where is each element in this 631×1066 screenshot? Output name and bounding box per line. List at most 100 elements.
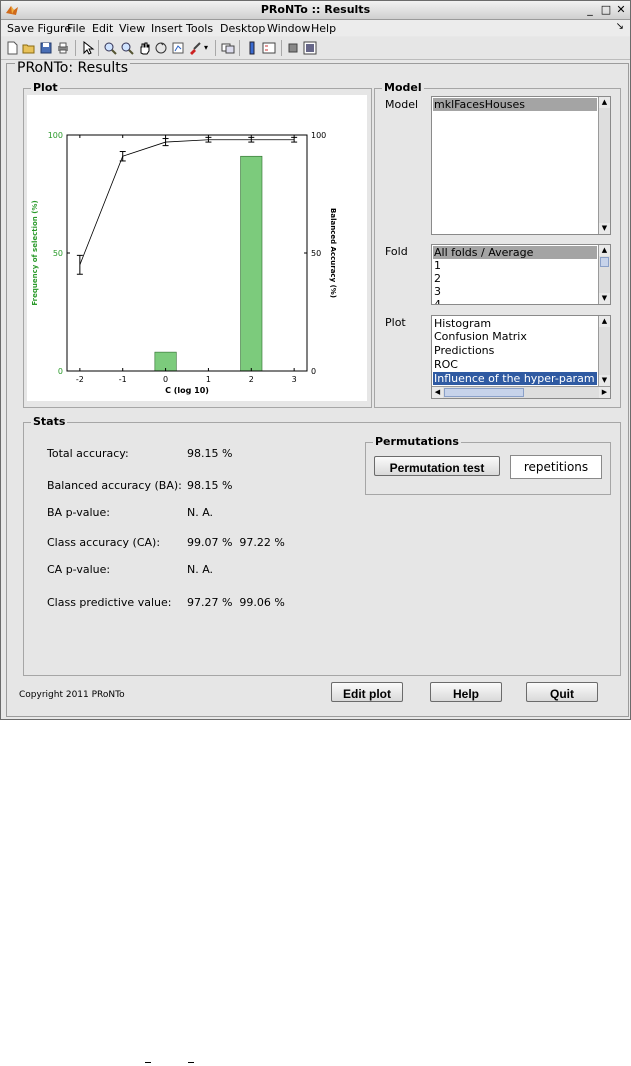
close-icon[interactable]: ✕ [614, 3, 628, 17]
stray-mark [145, 1062, 151, 1063]
scrollbar[interactable]: ▲ ▼ [598, 245, 610, 304]
pointer-icon[interactable] [81, 41, 95, 55]
menu-insert[interactable]: Insert [151, 22, 183, 35]
scroll-up-icon[interactable]: ▲ [599, 245, 610, 256]
open-file-icon[interactable] [22, 41, 36, 55]
hyperparameter-chart[interactable]: -2 -1 0 1 2 3 0 0 50 50 100 100 C (log 10) Frequenc… [27, 95, 367, 401]
data-cursor-icon[interactable] [171, 41, 185, 55]
pan-icon[interactable] [137, 41, 151, 55]
list-item[interactable]: 2 [433, 272, 441, 285]
quit-button[interactable]: Quit [526, 682, 598, 702]
colorbar-icon[interactable] [245, 41, 259, 55]
print-icon[interactable] [56, 41, 70, 55]
list-item[interactable]: 1 [433, 259, 441, 272]
stat-value: 97.27 % 99.06 % [187, 596, 285, 609]
scroll-right-icon[interactable]: ▶ [599, 387, 610, 398]
menu-file[interactable]: File [67, 22, 85, 35]
menu-overflow-icon[interactable]: ↘ [616, 21, 624, 32]
list-item[interactable]: 3 [433, 285, 441, 298]
repetitions-input[interactable]: repetitions [510, 455, 602, 479]
axes-frame [66, 134, 308, 372]
stat-value: N. A. [187, 506, 214, 519]
right-y-tick-label: 0 [311, 367, 316, 376]
scroll-down-icon[interactable]: ▼ [599, 293, 610, 304]
scroll-up-icon[interactable]: ▲ [599, 316, 610, 327]
results-window: PRoNTo :: Results _ □ ✕ Save Figure File… [0, 0, 631, 720]
plot-area[interactable]: -2 -1 0 1 2 3 0 0 50 50 100 100 C (log 10) Frequenc… [27, 95, 367, 401]
bar [240, 155, 263, 372]
link-plot-icon[interactable] [221, 41, 235, 55]
menu-help[interactable]: Help [311, 22, 336, 35]
x-tick-label: 1 [206, 375, 211, 384]
list-item[interactable]: ROC [433, 358, 458, 371]
scroll-down-icon[interactable]: ▼ [599, 223, 610, 234]
show-plot-tools-icon[interactable] [303, 41, 317, 55]
copyright-text: Copyright 2011 PRoNTo [19, 690, 125, 700]
hide-plot-tools-icon[interactable] [286, 41, 300, 55]
stat-label: Class predictive value: [47, 596, 172, 609]
list-item[interactable]: 4 [433, 298, 441, 304]
right-axis-label: Balanced Accuracy (%) [329, 208, 337, 298]
stat-value: 98.15 % [187, 479, 233, 492]
list-item[interactable]: Influence of the hyper-param [433, 372, 597, 385]
stat-value: 98.15 % [187, 447, 233, 460]
permutation-test-button[interactable]: Permutation test [374, 456, 500, 476]
scroll-up-icon[interactable]: ▲ [599, 97, 610, 108]
window-title: PRoNTo :: Results [260, 3, 371, 16]
toolbar-separator [98, 40, 99, 56]
menu-save-figure[interactable]: Save Figure [7, 22, 71, 35]
menu-tools[interactable]: Tools [186, 22, 213, 35]
scroll-thumb[interactable] [444, 388, 524, 397]
left-axis-label: Frequency of selection (%) [31, 200, 39, 305]
rotate-3d-icon[interactable] [154, 41, 168, 55]
menu-desktop[interactable]: Desktop [220, 22, 265, 35]
list-item[interactable]: Predictions [433, 344, 494, 357]
new-figure-icon[interactable] [5, 41, 19, 55]
scroll-left-icon[interactable]: ◀ [432, 387, 443, 398]
zoom-out-icon[interactable] [120, 41, 134, 55]
x-tick-label: -1 [119, 375, 127, 384]
toolbar-separator [215, 40, 216, 56]
x-tick-label: 3 [292, 375, 297, 384]
scroll-thumb[interactable] [600, 257, 609, 267]
menu-view[interactable]: View [119, 22, 145, 35]
menu-edit[interactable]: Edit [92, 22, 113, 35]
help-button[interactable]: Help [430, 682, 502, 702]
list-item[interactable]: mklFacesHouses [433, 98, 597, 111]
title-bar[interactable]: PRoNTo :: Results _ □ ✕ [1, 1, 630, 20]
right-y-tick-label: 100 [311, 131, 326, 140]
toolbar-separator [239, 40, 240, 56]
toolbar-separator [75, 40, 76, 56]
x-tick-label: 0 [163, 375, 168, 384]
model-listbox[interactable]: mklFacesHouses ▲ ▼ [431, 96, 611, 235]
x-axis-label: C (log 10) [165, 386, 209, 395]
maximize-icon[interactable]: □ [599, 3, 613, 17]
panel-title: PRoNTo: Results [15, 60, 131, 76]
plot-type-listbox[interactable]: Histogram Confusion Matrix Predictions R… [431, 315, 611, 399]
left-y-tick-label: 0 [58, 367, 63, 376]
stat-label: Balanced accuracy (BA): [47, 479, 182, 492]
list-item[interactable]: All folds / Average [433, 246, 597, 259]
menu-window[interactable]: Window [267, 22, 310, 35]
stat-value: N. A. [187, 563, 214, 576]
left-y-tick-label: 50 [53, 249, 63, 258]
brush-icon[interactable] [188, 41, 202, 55]
fold-listbox[interactable]: All folds / Average 1 2 3 4 ▲ ▼ [431, 244, 611, 305]
fold-label: Fold [385, 245, 408, 258]
list-item[interactable]: Confusion Matrix [433, 330, 527, 343]
scrollbar[interactable]: ▲ ▼ [598, 316, 610, 386]
stat-label: Total accuracy: [47, 447, 129, 460]
stat-value: 99.07 % 97.22 % [187, 536, 285, 549]
legend-icon[interactable] [262, 41, 276, 55]
brush-dropdown-icon[interactable]: ▾ [204, 43, 208, 52]
list-item[interactable]: Histogram [433, 317, 491, 330]
x-tick-label: 2 [249, 375, 254, 384]
edit-plot-button[interactable]: Edit plot [331, 682, 403, 702]
save-icon[interactable] [39, 41, 53, 55]
minimize-icon[interactable]: _ [583, 3, 597, 17]
scroll-down-icon[interactable]: ▼ [599, 375, 610, 386]
scrollbar[interactable]: ▲ ▼ [598, 97, 610, 234]
horizontal-scrollbar[interactable]: ◀ ▶ [432, 386, 610, 398]
stats-group-title: Stats [31, 415, 68, 428]
zoom-in-icon[interactable] [103, 41, 117, 55]
